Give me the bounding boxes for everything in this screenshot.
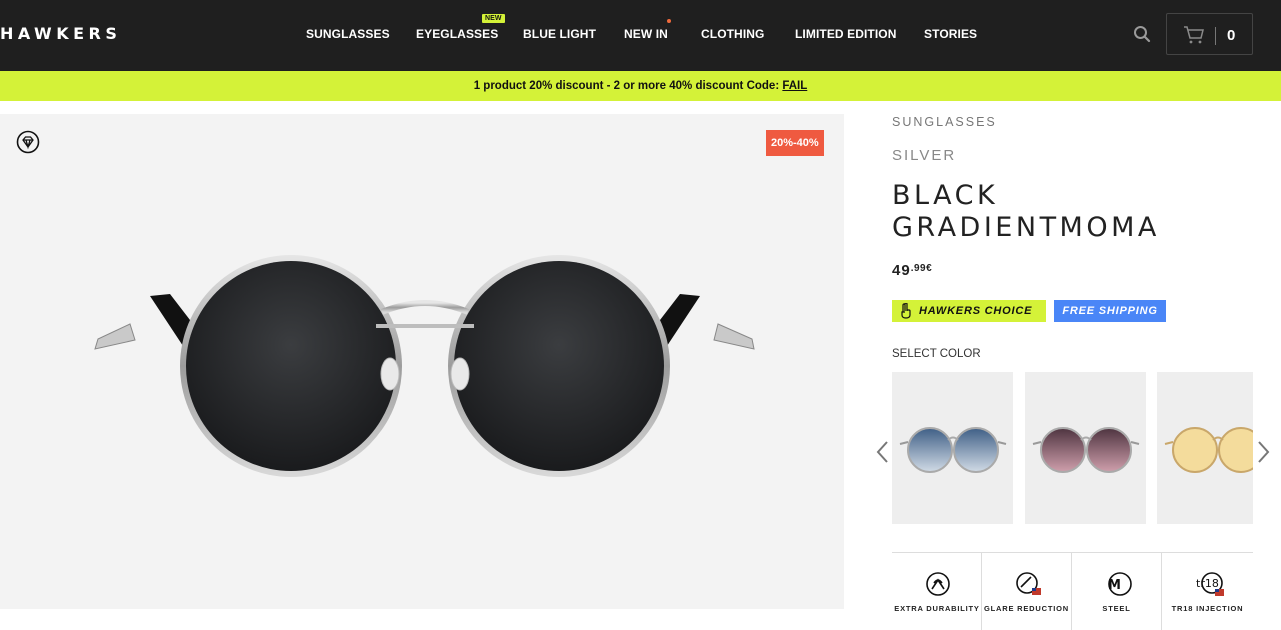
product-sunglasses-photo <box>94 255 755 477</box>
nav-item-stories[interactable]: STORIES <box>924 27 977 41</box>
product-category[interactable]: SUNGLASSES <box>892 115 997 129</box>
product-image[interactable]: 20%-40% <box>0 114 844 609</box>
brand-logo[interactable]: HAWKERS <box>0 24 121 43</box>
cart-icon <box>1184 26 1204 44</box>
feature-label: GLARE REDUCTION <box>984 604 1069 613</box>
hawkers-choice-badge: HAWKERS CHOICE <box>892 300 1046 322</box>
swatch-image <box>1164 427 1253 473</box>
price-decimal: .99€ <box>910 263 933 274</box>
discount-tag: 20%-40% <box>766 130 824 156</box>
free-shipping-badge: FREE SHIPPING <box>1054 300 1166 322</box>
top-navigation-bar: HAWKERS SUNGLASSES EYEGLASSES NEW BLUE L… <box>0 0 1281 71</box>
color-swatch[interactable] <box>892 372 1013 524</box>
feature-glare-reduction: GLARE REDUCTION <box>981 553 1071 630</box>
feature-label: EXTRA DURABILITY <box>894 604 980 613</box>
select-color-label: SELECT COLOR <box>892 348 981 360</box>
color-swatch[interactable] <box>1025 372 1146 524</box>
swatch-image <box>899 427 1007 473</box>
price-integer: 49 <box>892 262 911 279</box>
durability-icon <box>926 572 950 596</box>
nav-item-blue-light[interactable]: BLUE LIGHT <box>523 27 596 41</box>
peace-hand-icon <box>901 303 911 319</box>
glare-reduction-icon <box>1016 572 1041 595</box>
product-title: BLACK GRADIENTMOMA <box>892 180 1160 243</box>
promo-banner: 1 product 20% discount - 2 or more 40% d… <box>0 71 1281 101</box>
nav-item-new-in[interactable]: NEW IN <box>624 19 671 41</box>
chevron-left-icon[interactable] <box>874 440 890 464</box>
chevron-right-icon[interactable] <box>1256 440 1272 464</box>
nav-item-sunglasses[interactable]: SUNGLASSES <box>306 27 390 41</box>
nav-item-limited-edition[interactable]: LIMITED EDITION <box>795 27 897 41</box>
nav-item-eyeglasses[interactable]: EYEGLASSES NEW <box>416 14 505 41</box>
svg-text:tr18: tr18 <box>1196 577 1219 590</box>
hawkers-choice-label: HAWKERS CHOICE <box>919 305 1033 317</box>
feature-extra-durability: EXTRA DURABILITY <box>892 553 982 630</box>
promo-text: 1 product 20% discount - 2 or more 40% d… <box>473 80 783 92</box>
diamond-icon <box>16 130 40 154</box>
nav-item-label: NEW IN <box>624 27 668 41</box>
product-features: EXTRA DURABILITY GLARE REDUCTION M STEEL… <box>892 552 1253 630</box>
new-indicator-dot <box>667 19 671 23</box>
promo-code[interactable]: FAIL <box>782 80 807 92</box>
cart-count: 0 <box>1227 27 1236 44</box>
cart-divider <box>1215 27 1216 45</box>
cart-button[interactable]: 0 <box>1166 13 1253 55</box>
feature-steel: M STEEL <box>1071 553 1161 630</box>
feature-label: STEEL <box>1102 604 1131 613</box>
tr18-icon: tr18 <box>1196 572 1224 596</box>
search-icon[interactable] <box>1133 25 1151 43</box>
feature-label: TR18 INJECTION <box>1171 604 1244 613</box>
new-badge: NEW <box>482 14 505 23</box>
swatch-image <box>1032 427 1140 473</box>
nav-item-label: EYEGLASSES <box>416 27 499 41</box>
steel-icon: M <box>1108 572 1132 596</box>
svg-text:M: M <box>1108 578 1121 593</box>
product-price: 49.99€ <box>892 262 932 279</box>
nav-item-clothing[interactable]: CLOTHING <box>701 27 764 41</box>
feature-tr18: tr18 TR18 INJECTION <box>1161 553 1253 630</box>
color-swatch[interactable] <box>1157 372 1253 524</box>
product-variant: SILVER <box>892 147 957 164</box>
